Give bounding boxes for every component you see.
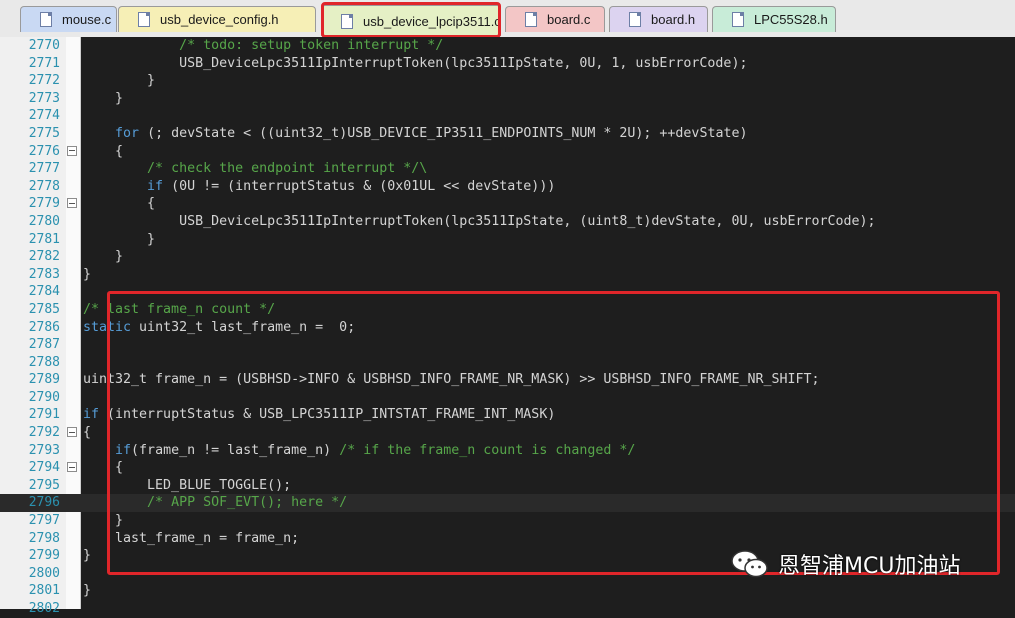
code-text: USB_DeviceLpc3511IpInterruptToken(lpc351… [83, 55, 748, 71]
code-line[interactable]: 2777 /* check the endpoint interrupt */\ [0, 160, 1015, 178]
line-number: 2777 [28, 161, 60, 177]
tab-lpc55s28-h[interactable]: LPC55S28.h [712, 6, 836, 32]
code-line[interactable]: 2779 { [0, 195, 1015, 213]
code-text: USB_DeviceLpc3511IpInterruptToken(lpc351… [83, 213, 876, 229]
line-number: 2798 [28, 530, 60, 546]
file-icon [525, 12, 537, 27]
code-text: { [83, 143, 124, 159]
line-number: 2781 [28, 231, 60, 247]
line-number: 2778 [28, 178, 60, 194]
line-number: 2800 [28, 565, 60, 581]
line-number: 2779 [28, 196, 60, 212]
code-text: /* todo: setup token interrupt */ [179, 38, 444, 53]
code-editor[interactable]: 2770 /* todo: setup token interrupt */27… [0, 37, 1015, 616]
line-number: 2772 [28, 73, 60, 89]
line-number: 2794 [28, 460, 60, 476]
code-line[interactable]: 2780 USB_DeviceLpc3511IpInterruptToken(l… [0, 213, 1015, 231]
tab-board-h[interactable]: board.h [609, 6, 708, 32]
code-line[interactable]: 2783} [0, 266, 1015, 284]
line-number: 2796 [28, 495, 60, 511]
code-line[interactable]: 2771 USB_DeviceLpc3511IpInterruptToken(l… [0, 55, 1015, 73]
line-number: 2775 [28, 125, 60, 141]
line-number: 2795 [28, 477, 60, 493]
code-line[interactable]: 2801} [0, 582, 1015, 600]
tab-label: mouse.c [62, 12, 112, 27]
line-number: 2791 [28, 407, 60, 423]
line-number: 2797 [28, 513, 60, 529]
file-icon [138, 12, 150, 27]
file-icon [732, 12, 744, 27]
line-number: 2799 [28, 548, 60, 564]
line-number: 2782 [28, 249, 60, 265]
code-highlight-box [107, 291, 1000, 575]
code-text: } [83, 266, 92, 282]
code-text: /* check the endpoint interrupt */\ [147, 161, 428, 177]
line-number: 2785 [28, 301, 60, 317]
line-number: 2773 [28, 90, 60, 106]
fold-toggle-icon[interactable] [67, 462, 77, 473]
fold-toggle-icon[interactable] [67, 145, 77, 156]
line-number: 2776 [28, 143, 60, 159]
line-number: 2770 [28, 38, 60, 53]
code-text: if (0U != (interruptStatus & (0x01UL << … [147, 178, 556, 194]
code-text: } [83, 548, 92, 564]
line-number: 2787 [28, 337, 60, 353]
code-text: } [83, 231, 156, 247]
line-number: 2783 [28, 266, 60, 282]
line-number: 2789 [28, 372, 60, 388]
line-number: 2771 [28, 55, 60, 71]
line-number: 2793 [28, 442, 60, 458]
tab-label: LPC55S28.h [754, 12, 828, 27]
code-text: { [83, 196, 156, 212]
fold-toggle-icon[interactable] [67, 427, 77, 438]
tab-label: board.h [651, 12, 696, 27]
code-line[interactable]: 2776 { [0, 143, 1015, 161]
code-line[interactable]: 2775 for (; devState < ((uint32_t)USB_DE… [0, 125, 1015, 143]
watermark: 恩智浦MCU加油站 [730, 548, 960, 580]
file-icon [629, 12, 641, 27]
line-number: 2780 [28, 213, 60, 229]
code-line[interactable]: 2773 } [0, 90, 1015, 108]
watermark-text: 恩智浦MCU加油站 [778, 554, 961, 579]
code-text: { [83, 425, 92, 441]
tab-label: usb_device_config.h [160, 12, 279, 27]
line-number: 2774 [28, 108, 60, 124]
line-number: 2790 [28, 389, 60, 405]
code-line[interactable]: 2782 } [0, 248, 1015, 266]
tab-board-c[interactable]: board.c [505, 6, 605, 32]
active-tab-highlight [321, 2, 501, 38]
file-icon [40, 12, 52, 27]
tab-label: board.c [547, 12, 591, 27]
tab-usb-device-config-h[interactable]: usb_device_config.h [118, 6, 316, 32]
line-number: 2784 [28, 284, 60, 300]
code-text: } [83, 249, 124, 265]
tab-bar: mouse.c usb_device_config.h usb_device_lpc… [0, 0, 1015, 38]
code-line[interactable]: 2770 /* todo: setup token interrupt */ [0, 37, 1015, 55]
code-line[interactable]: 2772 } [0, 72, 1015, 90]
wechat-icon [731, 550, 768, 578]
code-line[interactable]: 2774 [0, 107, 1015, 125]
code-text: } [83, 73, 156, 89]
code-text: } [83, 90, 124, 106]
line-number: 2788 [28, 354, 60, 370]
fold-toggle-icon[interactable] [67, 198, 77, 209]
line-number: 2801 [28, 583, 60, 599]
tab-mouse-c[interactable]: mouse.c [20, 6, 117, 32]
line-number: 2792 [28, 425, 60, 441]
code-line[interactable]: 2778 if (0U != (interruptStatus & (0x01U… [0, 178, 1015, 196]
code-text: for (; devState < ((uint32_t)USB_DEVICE_… [115, 125, 748, 141]
code-text: } [83, 583, 92, 599]
line-number: 2786 [28, 319, 60, 335]
code-line[interactable]: 2781 } [0, 231, 1015, 249]
